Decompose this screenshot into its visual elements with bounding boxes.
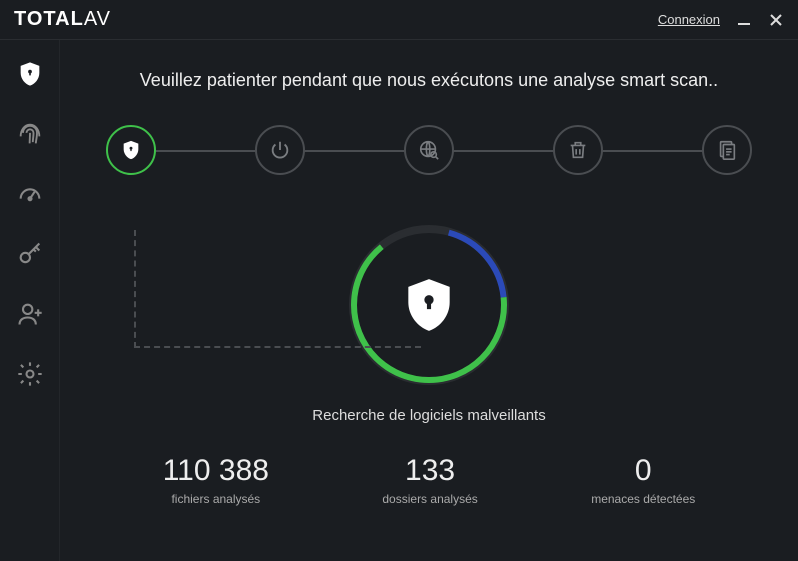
scan-status-text: Recherche de logiciels malveillants (312, 407, 545, 424)
shield-icon (120, 139, 142, 161)
stat-folders-value: 133 (382, 454, 477, 488)
minimize-button[interactable] (736, 12, 752, 28)
stat-threats: 0 menaces détectées (591, 454, 695, 506)
scan-progress-ring (349, 225, 509, 385)
titlebar: TOTALAV Connexion (0, 0, 798, 40)
add-user-icon (16, 300, 44, 328)
power-icon (269, 139, 291, 161)
stat-folders: 133 dossiers analysés (382, 454, 477, 506)
main-panel: Veuillez patienter pendant que nous exéc… (60, 40, 798, 561)
shield-icon (398, 274, 460, 336)
dashed-connector-vertical (134, 230, 136, 348)
stat-folders-label: dossiers analysés (382, 492, 477, 506)
stat-files-value: 110 388 (163, 454, 269, 488)
scan-headline: Veuillez patienter pendant que nous exéc… (140, 70, 718, 91)
gear-icon (16, 360, 44, 388)
sidebar-item-performance[interactable] (14, 178, 46, 210)
scan-stats: 110 388 fichiers analysés 133 dossiers a… (106, 454, 752, 506)
globe-search-icon (418, 139, 440, 161)
minimize-icon (737, 13, 751, 27)
step-startup (255, 125, 305, 175)
close-icon (769, 13, 783, 27)
fingerprint-icon (16, 120, 44, 148)
step-report (702, 125, 752, 175)
dashed-connector-horizontal (134, 346, 421, 348)
sidebar-item-antivirus[interactable] (14, 58, 46, 90)
sidebar (0, 40, 60, 561)
step-web (404, 125, 454, 175)
brand-logo: TOTALAV (14, 8, 111, 31)
brand-bold: TOTAL (14, 8, 84, 30)
close-button[interactable] (768, 12, 784, 28)
stat-files: 110 388 fichiers analysés (163, 454, 269, 506)
trash-icon (567, 139, 589, 161)
brand-thin: AV (84, 8, 111, 30)
sidebar-item-privacy[interactable] (14, 118, 46, 150)
sidebar-item-settings[interactable] (14, 358, 46, 390)
gauge-icon (16, 180, 44, 208)
step-malware (106, 125, 156, 175)
scan-steps (106, 125, 752, 175)
sidebar-item-password[interactable] (14, 238, 46, 270)
shield-icon (16, 60, 44, 88)
login-link[interactable]: Connexion (658, 12, 720, 27)
stat-threats-label: menaces détectées (591, 492, 695, 506)
step-junk (553, 125, 603, 175)
stat-files-label: fichiers analysés (163, 492, 269, 506)
sidebar-item-family[interactable] (14, 298, 46, 330)
key-icon (16, 240, 44, 268)
stat-threats-value: 0 (591, 454, 695, 488)
document-icon (716, 139, 738, 161)
